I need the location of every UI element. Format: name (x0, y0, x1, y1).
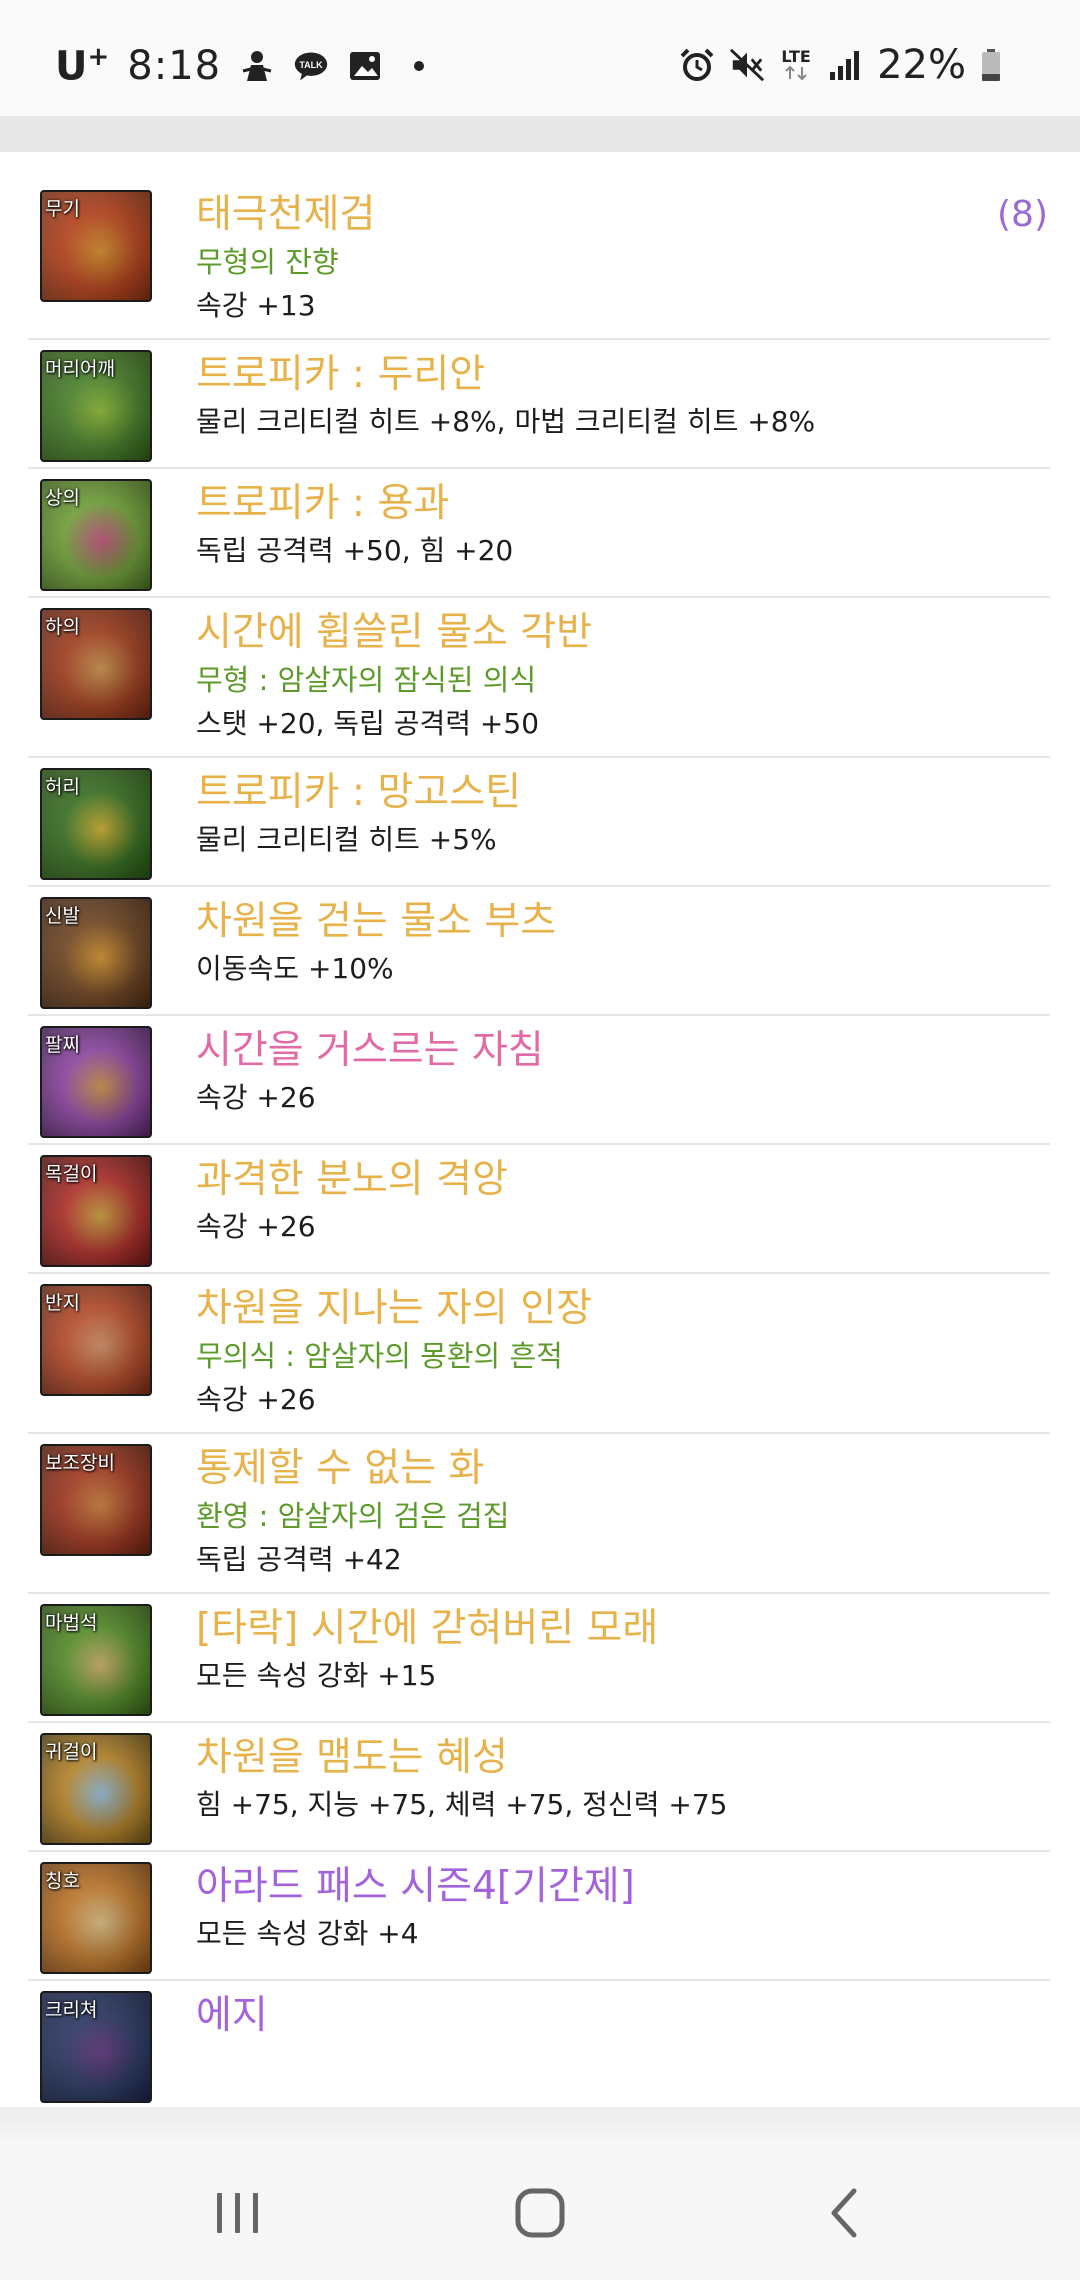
item-name[interactable]: [타락] 시간에 갇혀버린 모래 (196, 1604, 1050, 1654)
equipment-row[interactable]: 상의 트로피카 : 용과독립 공격력 +50, 힘 +20 (28, 469, 1050, 598)
navigation-bar (0, 2143, 1080, 2280)
person-notification-icon (239, 48, 275, 84)
slot-label: 팔찌 (45, 1034, 80, 1056)
item-stat: 힘 +75, 지능 +75, 체력 +75, 정신력 +75 (196, 1788, 728, 1821)
slot-label: 칭호 (45, 1870, 80, 1892)
item-name[interactable]: 트로피카 : 두리안 (196, 350, 1050, 400)
item-icon: 마법석 (40, 1604, 152, 1716)
slot-label: 허리 (45, 776, 80, 798)
more-notifications-dot-icon (401, 48, 437, 84)
item-icon: 하의 (40, 608, 152, 720)
equipment-row[interactable]: 허리 트로피카 : 망고스틴물리 크리티컬 히트 +5% (28, 758, 1050, 887)
item-icon: 목걸이 (40, 1155, 152, 1267)
item-icon: 크리쳐 (40, 1991, 152, 2103)
equipment-row[interactable]: 보조장비 통제할 수 없는 화환영 : 암살자의 검은 검집독립 공격력 +42 (28, 1434, 1050, 1594)
item-icon: 팔찌 (40, 1026, 152, 1138)
item-stat: 속강 +26 (196, 1081, 316, 1114)
slot-label: 보조장비 (45, 1452, 115, 1474)
equipment-row[interactable]: 목걸이 과격한 분노의 격앙속강 +26 (28, 1145, 1050, 1274)
item-icon: 무기 (40, 190, 152, 302)
equipment-row[interactable]: 팔찌 시간을 거스르는 자침속강 +26 (28, 1016, 1050, 1145)
item-icon: 칭호 (40, 1862, 152, 1974)
alarm-icon (679, 47, 715, 83)
recent-apps-button[interactable] (198, 2173, 278, 2253)
item-stat: 물리 크리티컬 히트 +8%, 마법 크리티컬 히트 +8% (196, 405, 816, 438)
slot-label: 목걸이 (45, 1163, 98, 1185)
item-stat: 속강 +13 (196, 289, 316, 322)
slot-label: 크리쳐 (45, 1999, 98, 2021)
item-stat: 속강 +26 (196, 1210, 316, 1243)
item-icon: 귀걸이 (40, 1733, 152, 1845)
status-bar: U+ 8:18 TALK LTE 22% (0, 0, 1080, 116)
slot-label: 신발 (45, 905, 80, 927)
slot-label: 반지 (45, 1292, 80, 1314)
item-stat: 모든 속성 강화 +15 (196, 1659, 437, 1692)
equipment-panel: 무기 태극천제검무형의 잔향속강 +13 (8) 머리어깨 트로피카 : 두리안물리 크… (0, 152, 1080, 2110)
equipment-row[interactable]: 귀걸이 차원을 맴도는 혜성힘 +75, 지능 +75, 체력 +75, 정신력 … (28, 1723, 1050, 1852)
header-divider (0, 116, 1080, 152)
image-notification-icon (347, 48, 383, 84)
recent-apps-icon (217, 2193, 258, 2233)
item-option: 환영 : 암살자의 검은 검집 (196, 1499, 510, 1533)
equipment-list: 무기 태극천제검무형의 잔향속강 +13 (8) 머리어깨 트로피카 : 두리안물리 크… (28, 180, 1050, 2110)
signal-icon (827, 47, 863, 83)
item-name[interactable]: 통제할 수 없는 화 (196, 1444, 1050, 1494)
battery-percent: 22% (877, 42, 966, 88)
item-icon: 신발 (40, 897, 152, 1009)
item-stat: 독립 공격력 +50, 힘 +20 (196, 534, 514, 567)
item-name[interactable]: 태극천제검 (196, 190, 1050, 240)
back-button[interactable] (804, 2173, 884, 2253)
item-name[interactable]: 차원을 지나는 자의 인장 (196, 1284, 1050, 1334)
item-stat: 독립 공격력 +42 (196, 1543, 402, 1576)
equipment-row[interactable]: 반지 차원을 지나는 자의 인장무의식 : 암살자의 몽환의 흔적속강 +26 (28, 1274, 1050, 1434)
item-icon: 반지 (40, 1284, 152, 1396)
carrier-label: U+ (55, 42, 110, 90)
item-stat: 모든 속성 강화 +4 (196, 1917, 419, 1950)
equipment-row[interactable]: 칭호 아라드 패스 시즌4[기간제] 모든 속성 강화 +4 (28, 1852, 1050, 1981)
slot-label: 상의 (45, 487, 80, 509)
slot-label: 마법석 (45, 1612, 98, 1634)
item-option: 무형의 잔향 (196, 245, 339, 279)
item-name[interactable]: 시간을 거스르는 자침 (196, 1026, 1050, 1076)
equipment-row[interactable]: 하의 시간에 휩쓸린 물소 각반무형 : 암살자의 잠식된 의식스탯 +20, 독… (28, 598, 1050, 758)
item-stat: 스탯 +20, 독립 공격력 +50 (196, 707, 540, 740)
item-option: 무의식 : 암살자의 몽환의 흔적 (196, 1339, 563, 1373)
item-name[interactable]: 트로피카 : 용과 (196, 479, 1050, 529)
item-icon: 허리 (40, 768, 152, 880)
content-bottom-divider (0, 2107, 1080, 2143)
item-name[interactable]: 과격한 분노의 격앙 (196, 1155, 1050, 1205)
battery-icon (980, 47, 1002, 83)
mute-icon (729, 47, 765, 83)
item-stat: 속강 +26 (196, 1383, 316, 1416)
talk-notification-icon: TALK (293, 48, 329, 84)
item-icon: 보조장비 (40, 1444, 152, 1556)
item-icon: 머리어깨 (40, 350, 152, 462)
lte-icon: LTE (779, 47, 813, 83)
home-icon (515, 2188, 565, 2238)
equipment-row[interactable]: 신발 차원을 걷는 물소 부츠이동속도 +10% (28, 887, 1050, 1016)
svg-text:TALK: TALK (299, 59, 323, 69)
equipment-row[interactable]: 머리어깨 트로피카 : 두리안물리 크리티컬 히트 +8%, 마법 크리티컬 히트… (28, 340, 1050, 469)
item-name[interactable]: 차원을 걷는 물소 부츠 (196, 897, 1050, 947)
item-name[interactable]: 아라드 패스 시즌4[기간제] (196, 1862, 1050, 1912)
item-name[interactable]: 시간에 휩쓸린 물소 각반 (196, 608, 1050, 658)
item-name[interactable]: 에지 (196, 1991, 1050, 2041)
home-button[interactable] (500, 2173, 580, 2253)
slot-label: 무기 (45, 198, 80, 220)
item-icon: 상의 (40, 479, 152, 591)
item-stat: 물리 크리티컬 히트 +5% (196, 823, 497, 856)
set-count-badge: (8) (997, 194, 1048, 235)
slot-label: 귀걸이 (45, 1741, 98, 1763)
item-name[interactable]: 차원을 맴도는 혜성 (196, 1733, 1050, 1783)
back-chevron-icon (831, 2188, 857, 2238)
item-name[interactable]: 트로피카 : 망고스틴 (196, 768, 1050, 818)
clock: 8:18 (127, 42, 222, 89)
equipment-row[interactable]: 크리쳐 에지 (28, 1981, 1050, 2110)
equipment-row[interactable]: 마법석 [타락] 시간에 갇혀버린 모래모든 속성 강화 +15 (28, 1594, 1050, 1723)
slot-label: 하의 (45, 616, 80, 638)
equipment-row[interactable]: 무기 태극천제검무형의 잔향속강 +13 (8) (28, 180, 1050, 340)
item-stat: 이동속도 +10% (196, 952, 394, 985)
slot-label: 머리어깨 (45, 358, 115, 380)
item-option: 무형 : 암살자의 잠식된 의식 (196, 663, 537, 697)
